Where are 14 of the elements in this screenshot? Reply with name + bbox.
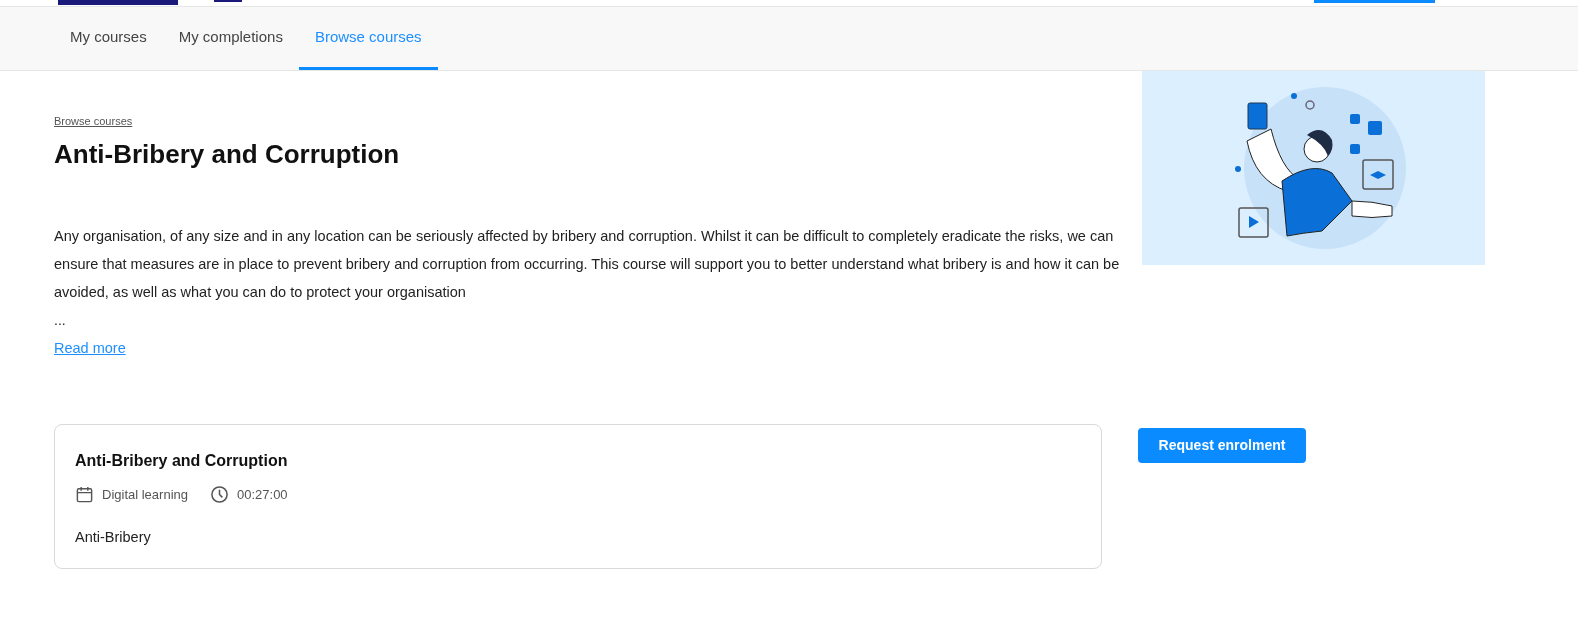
card-title: Anti-Bribery and Corruption <box>75 451 288 471</box>
ellipsis-text: ... <box>54 311 66 330</box>
course-description: Any organisation, of any size and in any location can be seriously affected by bribery and corruption. Whilst it can be difficult to completely eradicate the risks, we can ensure that measures are in place to prevent bribery and corruption from occurring. This course will support you to better understand what bribery is and how it can be avoided, as well as what you can do to protect your organisation <box>54 227 1121 302</box>
calendar-icon <box>75 485 94 505</box>
breadcrumb-link[interactable]: Browse courses <box>54 113 133 130</box>
nav-tab[interactable]: My courses <box>54 7 163 70</box>
page-title: Anti-Bribery and Corruption <box>54 138 401 170</box>
duration-label: 00:27:00 <box>237 486 288 504</box>
clock-icon <box>210 485 229 505</box>
format-label: Digital learning <box>102 486 188 504</box>
card-summary: Anti-Bribery <box>75 527 151 547</box>
course-card[interactable]: Anti-Bribery and Corruption Digital learning 00:27:00 Anti-Bribery <box>54 424 1102 569</box>
nav-tab[interactable]: My completions <box>162 7 299 70</box>
header-button[interactable] <box>1314 0 1435 3</box>
